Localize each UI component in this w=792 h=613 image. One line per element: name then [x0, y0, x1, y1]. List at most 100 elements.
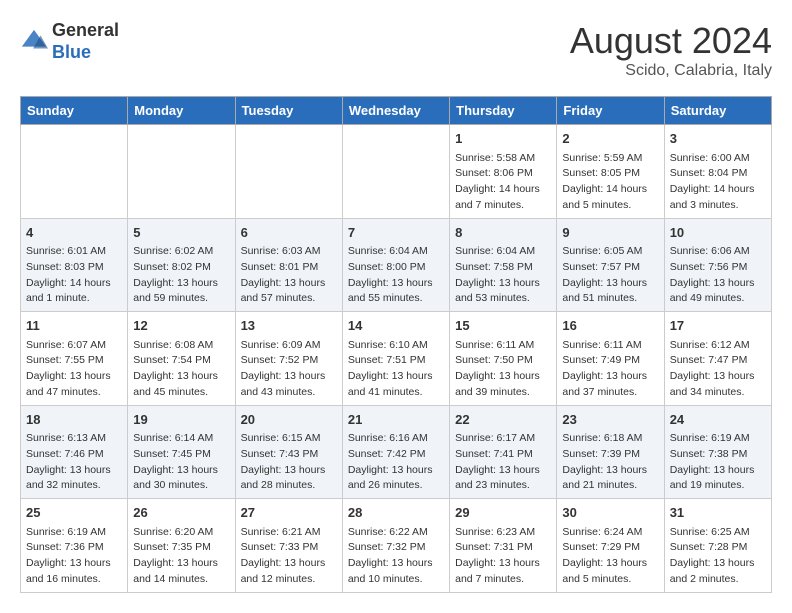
day-number: 30: [562, 503, 658, 523]
day-number: 9: [562, 223, 658, 243]
day-number: 18: [26, 410, 122, 430]
calendar-week-1: 4Sunrise: 6:01 AM Sunset: 8:03 PM Daylig…: [21, 218, 772, 312]
weekday-header-thursday: Thursday: [450, 97, 557, 125]
calendar-cell: 7Sunrise: 6:04 AM Sunset: 8:00 PM Daylig…: [342, 218, 449, 312]
calendar-cell: 31Sunrise: 6:25 AM Sunset: 7:28 PM Dayli…: [664, 499, 771, 593]
calendar-cell: 28Sunrise: 6:22 AM Sunset: 7:32 PM Dayli…: [342, 499, 449, 593]
calendar-body: 1Sunrise: 5:58 AM Sunset: 8:06 PM Daylig…: [21, 125, 772, 593]
calendar-cell: 25Sunrise: 6:19 AM Sunset: 7:36 PM Dayli…: [21, 499, 128, 593]
calendar-cell: 4Sunrise: 6:01 AM Sunset: 8:03 PM Daylig…: [21, 218, 128, 312]
calendar-cell: 6Sunrise: 6:03 AM Sunset: 8:01 PM Daylig…: [235, 218, 342, 312]
day-info: Sunrise: 6:09 AM Sunset: 7:52 PM Dayligh…: [241, 338, 337, 401]
calendar-cell: 13Sunrise: 6:09 AM Sunset: 7:52 PM Dayli…: [235, 312, 342, 406]
page-header: General Blue August 2024 Scido, Calabria…: [20, 20, 772, 80]
calendar-cell: 20Sunrise: 6:15 AM Sunset: 7:43 PM Dayli…: [235, 405, 342, 499]
day-info: Sunrise: 6:04 AM Sunset: 7:58 PM Dayligh…: [455, 244, 551, 307]
day-info: Sunrise: 6:01 AM Sunset: 8:03 PM Dayligh…: [26, 244, 122, 307]
day-info: Sunrise: 6:04 AM Sunset: 8:00 PM Dayligh…: [348, 244, 444, 307]
calendar-cell: 10Sunrise: 6:06 AM Sunset: 7:56 PM Dayli…: [664, 218, 771, 312]
day-number: 29: [455, 503, 551, 523]
calendar-cell: 3Sunrise: 6:00 AM Sunset: 8:04 PM Daylig…: [664, 125, 771, 219]
calendar-table: SundayMondayTuesdayWednesdayThursdayFrid…: [20, 96, 772, 593]
day-number: 17: [670, 316, 766, 336]
calendar-cell: 14Sunrise: 6:10 AM Sunset: 7:51 PM Dayli…: [342, 312, 449, 406]
calendar-week-0: 1Sunrise: 5:58 AM Sunset: 8:06 PM Daylig…: [21, 125, 772, 219]
calendar-week-4: 25Sunrise: 6:19 AM Sunset: 7:36 PM Dayli…: [21, 499, 772, 593]
logo-icon: [20, 28, 48, 56]
day-info: Sunrise: 6:16 AM Sunset: 7:42 PM Dayligh…: [348, 431, 444, 494]
calendar-cell: [128, 125, 235, 219]
calendar-cell: 30Sunrise: 6:24 AM Sunset: 7:29 PM Dayli…: [557, 499, 664, 593]
day-number: 6: [241, 223, 337, 243]
day-info: Sunrise: 6:00 AM Sunset: 8:04 PM Dayligh…: [670, 151, 766, 214]
weekday-header-tuesday: Tuesday: [235, 97, 342, 125]
day-number: 1: [455, 129, 551, 149]
calendar-cell: 2Sunrise: 5:59 AM Sunset: 8:05 PM Daylig…: [557, 125, 664, 219]
day-number: 20: [241, 410, 337, 430]
day-info: Sunrise: 6:25 AM Sunset: 7:28 PM Dayligh…: [670, 525, 766, 588]
day-number: 19: [133, 410, 229, 430]
calendar-cell: 15Sunrise: 6:11 AM Sunset: 7:50 PM Dayli…: [450, 312, 557, 406]
day-info: Sunrise: 6:11 AM Sunset: 7:49 PM Dayligh…: [562, 338, 658, 401]
day-number: 4: [26, 223, 122, 243]
day-info: Sunrise: 6:21 AM Sunset: 7:33 PM Dayligh…: [241, 525, 337, 588]
day-info: Sunrise: 6:10 AM Sunset: 7:51 PM Dayligh…: [348, 338, 444, 401]
calendar-cell: 8Sunrise: 6:04 AM Sunset: 7:58 PM Daylig…: [450, 218, 557, 312]
day-info: Sunrise: 6:24 AM Sunset: 7:29 PM Dayligh…: [562, 525, 658, 588]
weekday-header-friday: Friday: [557, 97, 664, 125]
day-number: 2: [562, 129, 658, 149]
day-info: Sunrise: 5:59 AM Sunset: 8:05 PM Dayligh…: [562, 151, 658, 214]
location: Scido, Calabria, Italy: [570, 62, 772, 80]
weekday-header-wednesday: Wednesday: [342, 97, 449, 125]
day-number: 23: [562, 410, 658, 430]
calendar-cell: 27Sunrise: 6:21 AM Sunset: 7:33 PM Dayli…: [235, 499, 342, 593]
calendar-cell: 12Sunrise: 6:08 AM Sunset: 7:54 PM Dayli…: [128, 312, 235, 406]
day-info: Sunrise: 6:17 AM Sunset: 7:41 PM Dayligh…: [455, 431, 551, 494]
day-number: 21: [348, 410, 444, 430]
logo-general-text: General: [52, 20, 119, 40]
calendar-cell: 9Sunrise: 6:05 AM Sunset: 7:57 PM Daylig…: [557, 218, 664, 312]
day-number: 28: [348, 503, 444, 523]
calendar-cell: 24Sunrise: 6:19 AM Sunset: 7:38 PM Dayli…: [664, 405, 771, 499]
calendar-cell: 17Sunrise: 6:12 AM Sunset: 7:47 PM Dayli…: [664, 312, 771, 406]
calendar-cell: [21, 125, 128, 219]
calendar-cell: 22Sunrise: 6:17 AM Sunset: 7:41 PM Dayli…: [450, 405, 557, 499]
calendar-cell: 19Sunrise: 6:14 AM Sunset: 7:45 PM Dayli…: [128, 405, 235, 499]
calendar-week-2: 11Sunrise: 6:07 AM Sunset: 7:55 PM Dayli…: [21, 312, 772, 406]
day-number: 25: [26, 503, 122, 523]
calendar-cell: 11Sunrise: 6:07 AM Sunset: 7:55 PM Dayli…: [21, 312, 128, 406]
calendar-cell: 23Sunrise: 6:18 AM Sunset: 7:39 PM Dayli…: [557, 405, 664, 499]
day-info: Sunrise: 5:58 AM Sunset: 8:06 PM Dayligh…: [455, 151, 551, 214]
day-info: Sunrise: 6:13 AM Sunset: 7:46 PM Dayligh…: [26, 431, 122, 494]
calendar-cell: 1Sunrise: 5:58 AM Sunset: 8:06 PM Daylig…: [450, 125, 557, 219]
calendar-week-3: 18Sunrise: 6:13 AM Sunset: 7:46 PM Dayli…: [21, 405, 772, 499]
day-number: 15: [455, 316, 551, 336]
day-info: Sunrise: 6:07 AM Sunset: 7:55 PM Dayligh…: [26, 338, 122, 401]
day-number: 11: [26, 316, 122, 336]
weekday-header-sunday: Sunday: [21, 97, 128, 125]
day-number: 14: [348, 316, 444, 336]
day-info: Sunrise: 6:23 AM Sunset: 7:31 PM Dayligh…: [455, 525, 551, 588]
calendar-header: SundayMondayTuesdayWednesdayThursdayFrid…: [21, 97, 772, 125]
day-number: 13: [241, 316, 337, 336]
day-info: Sunrise: 6:20 AM Sunset: 7:35 PM Dayligh…: [133, 525, 229, 588]
day-number: 26: [133, 503, 229, 523]
day-number: 24: [670, 410, 766, 430]
calendar-cell: 21Sunrise: 6:16 AM Sunset: 7:42 PM Dayli…: [342, 405, 449, 499]
day-number: 5: [133, 223, 229, 243]
weekday-header-monday: Monday: [128, 97, 235, 125]
day-info: Sunrise: 6:18 AM Sunset: 7:39 PM Dayligh…: [562, 431, 658, 494]
calendar-cell: 5Sunrise: 6:02 AM Sunset: 8:02 PM Daylig…: [128, 218, 235, 312]
weekday-row: SundayMondayTuesdayWednesdayThursdayFrid…: [21, 97, 772, 125]
day-info: Sunrise: 6:19 AM Sunset: 7:36 PM Dayligh…: [26, 525, 122, 588]
month-title: August 2024: [570, 20, 772, 62]
day-info: Sunrise: 6:14 AM Sunset: 7:45 PM Dayligh…: [133, 431, 229, 494]
calendar-cell: [342, 125, 449, 219]
day-number: 27: [241, 503, 337, 523]
day-number: 7: [348, 223, 444, 243]
day-info: Sunrise: 6:19 AM Sunset: 7:38 PM Dayligh…: [670, 431, 766, 494]
calendar-cell: 18Sunrise: 6:13 AM Sunset: 7:46 PM Dayli…: [21, 405, 128, 499]
logo: General Blue: [20, 20, 119, 63]
day-info: Sunrise: 6:03 AM Sunset: 8:01 PM Dayligh…: [241, 244, 337, 307]
day-info: Sunrise: 6:15 AM Sunset: 7:43 PM Dayligh…: [241, 431, 337, 494]
